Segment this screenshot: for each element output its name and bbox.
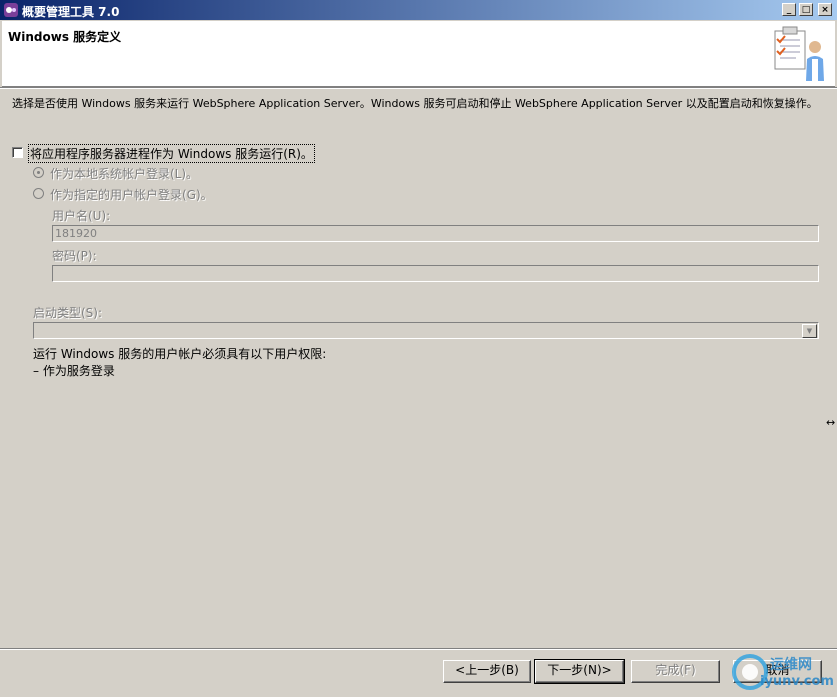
finish-button[interactable]: 完成(F) — [631, 660, 720, 683]
watermark-logo: 运维网 iyunv.com — [730, 652, 834, 694]
logon-local-radio[interactable] — [33, 167, 44, 178]
app-icon — [4, 3, 18, 17]
next-button[interactable]: 下一步(N)> — [534, 659, 625, 684]
username-label: 用户名(U): — [52, 209, 111, 223]
watermark-text-bottom: iyunv.com — [760, 674, 834, 689]
back-button[interactable]: <上一步(B) — [443, 660, 531, 683]
minimize-button[interactable]: _ — [782, 3, 796, 16]
logon-user-label: 作为指定的用户帐户登录(G)。 — [50, 188, 213, 202]
run-as-service-label[interactable]: 将应用程序服务器进程作为 Windows 服务运行(R)。 — [28, 144, 315, 163]
username-input[interactable]: 181920 — [52, 225, 819, 242]
resize-cursor-icon: ↔ — [826, 416, 836, 429]
page-title: Windows 服务定义 — [8, 30, 122, 44]
run-as-service-checkbox[interactable] — [12, 147, 23, 158]
description-text: 选择是否使用 Windows 服务来运行 WebSphere Applicati… — [12, 97, 818, 110]
startup-type-label: 启动类型(S): — [33, 306, 103, 320]
wizard-header: Windows 服务定义 — [2, 21, 835, 87]
maximize-button[interactable]: □ — [799, 3, 813, 16]
title-bar[interactable]: 概要管理工具 7.0 _ □ × — [0, 0, 837, 20]
startup-type-select[interactable]: ▼ — [33, 322, 819, 339]
password-input[interactable] — [52, 265, 819, 282]
close-button[interactable]: × — [818, 3, 832, 16]
watermark-text-top: 运维网 — [770, 657, 812, 673]
logon-user-radio[interactable] — [33, 188, 44, 199]
rights-item: – 作为服务登录 — [33, 364, 115, 378]
rights-note: 运行 Windows 服务的用户帐户必须具有以下用户权限: — [33, 347, 327, 361]
password-label: 密码(P): — [52, 249, 97, 263]
header-separator — [0, 87, 837, 89]
chevron-down-icon[interactable]: ▼ — [802, 324, 817, 338]
wizard-clipboard-person-icon — [774, 26, 824, 81]
logon-local-label: 作为本地系统帐户登录(L)。 — [50, 167, 199, 181]
footer-separator — [0, 648, 837, 650]
window-title: 概要管理工具 7.0 — [22, 5, 120, 19]
